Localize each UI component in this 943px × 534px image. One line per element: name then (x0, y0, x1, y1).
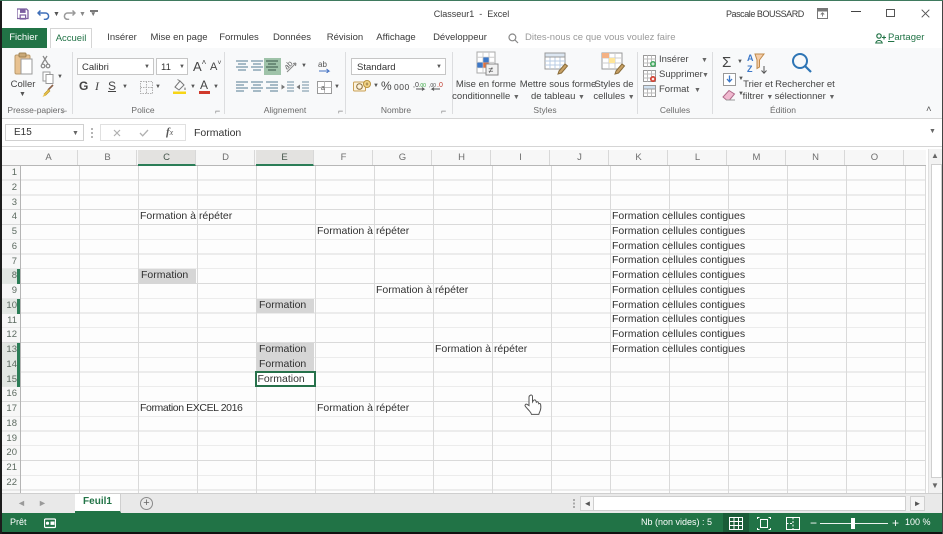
svg-text:ab: ab (285, 59, 295, 72)
svg-text:A: A (747, 53, 754, 63)
svg-text:ab: ab (318, 60, 327, 69)
svg-text:≠: ≠ (489, 65, 494, 75)
svg-text:a: a (321, 85, 325, 92)
svg-text:.0: .0 (437, 82, 443, 89)
svg-text:Z: Z (747, 64, 753, 74)
